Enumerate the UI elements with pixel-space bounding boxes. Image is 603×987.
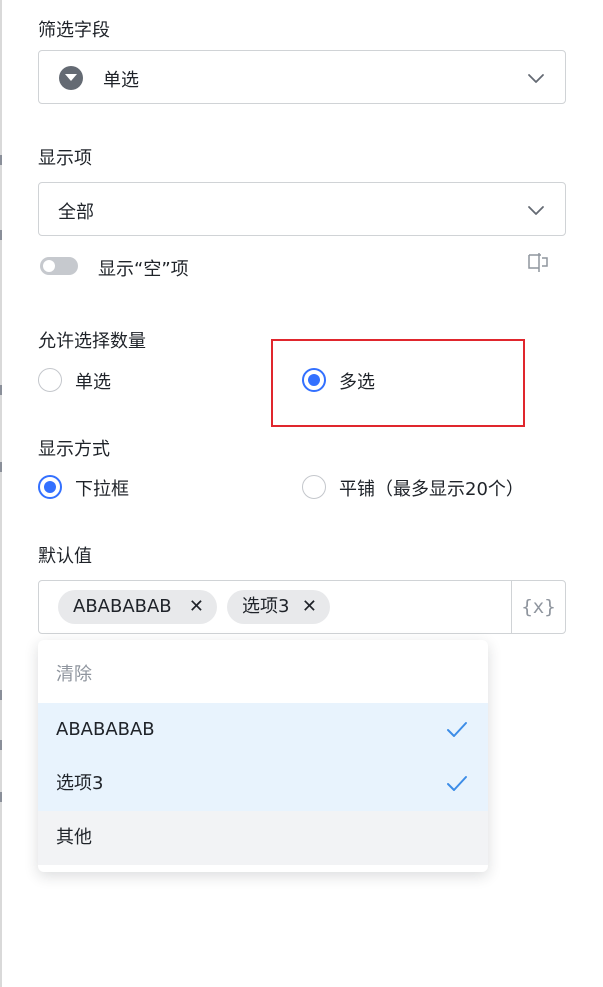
check-icon	[447, 776, 467, 791]
highlight-annotation-box	[271, 339, 525, 427]
panel-edge-mark	[0, 230, 2, 240]
filter-field-label: 筛选字段	[38, 20, 110, 41]
display-items-value: 全部	[58, 202, 94, 223]
default-value-label: 默认值	[38, 546, 92, 567]
radio-tiled-label: 平铺（最多显示20个）	[339, 479, 524, 500]
tag-chip: 选项3 ✕	[227, 590, 330, 624]
radio-single[interactable]	[38, 368, 62, 392]
radio-single-label: 单选	[75, 372, 111, 393]
default-value-input[interactable]: ABABABAB ✕ 选项3 ✕	[38, 580, 512, 634]
tag-label: ABABABAB	[73, 596, 172, 617]
close-icon[interactable]: ✕	[302, 590, 317, 624]
panel-edge-mark	[0, 740, 2, 750]
show-empty-toggle[interactable]	[40, 257, 78, 275]
dropdown-option-ababab[interactable]: ABABABAB	[38, 703, 488, 757]
option-label: ABABABAB	[56, 719, 155, 740]
dropdown-circle-icon	[59, 66, 83, 90]
radio-dropdown-label: 下拉框	[75, 479, 129, 500]
show-empty-label: 显示“空”项	[98, 259, 189, 280]
option-label: 其他	[56, 827, 92, 848]
panel-edge-mark	[0, 385, 2, 395]
panel-edge-mark	[0, 462, 2, 472]
filter-field-value: 单选	[103, 70, 139, 91]
chevron-down-icon	[528, 74, 544, 83]
radio-dot	[44, 481, 56, 493]
radio-tiled[interactable]	[302, 475, 326, 499]
panel-edge	[0, 0, 2, 987]
close-icon[interactable]: ✕	[189, 590, 204, 624]
check-icon	[447, 722, 467, 737]
radio-dropdown[interactable]	[38, 475, 62, 499]
panel-edge-mark	[0, 792, 2, 802]
dropdown-option-other[interactable]: 其他	[38, 811, 488, 865]
resize-handle-icon[interactable]	[528, 253, 548, 273]
option-label: 选项3	[56, 773, 104, 794]
filter-field-select[interactable]: 单选	[38, 50, 566, 104]
chevron-down-icon	[528, 206, 544, 215]
options-dropdown: 清除 ABABABAB 选项3 其他	[38, 640, 488, 872]
display-items-select[interactable]: 全部	[38, 182, 566, 236]
dropdown-option-option3[interactable]: 选项3	[38, 757, 488, 811]
clear-option[interactable]: 清除	[38, 648, 488, 702]
tag-label: 选项3	[242, 596, 290, 617]
display-items-label: 显示项	[38, 148, 92, 169]
variable-button[interactable]: {x}	[511, 580, 566, 634]
selection-count-label: 允许选择数量	[38, 331, 146, 352]
panel-edge-mark	[0, 690, 2, 700]
tag-chip: ABABABAB ✕	[58, 590, 217, 624]
panel-edge-mark	[0, 155, 2, 165]
display-mode-label: 显示方式	[38, 439, 110, 460]
toggle-knob	[43, 260, 55, 272]
